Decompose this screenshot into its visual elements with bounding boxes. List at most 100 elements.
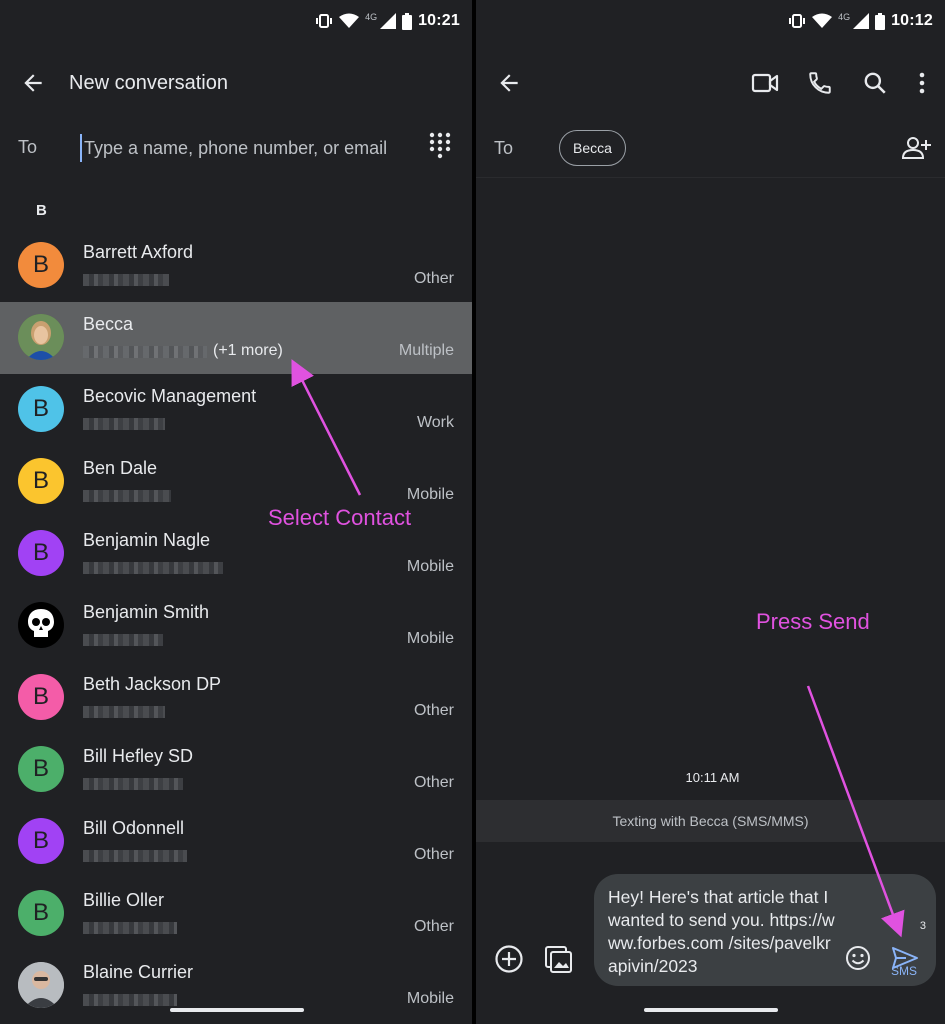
skull-icon	[28, 609, 54, 641]
avatar-letter: B	[32, 755, 49, 782]
phone-icon[interactable]	[807, 70, 833, 96]
contact-number-type: Other	[413, 702, 454, 719]
redacted-phone	[83, 416, 165, 432]
compose-text[interactable]: Hey! Here's that article that I wanted t…	[608, 886, 840, 978]
gesture-home-bar[interactable]	[644, 1008, 778, 1012]
contact-row[interactable]: B Bill Hefley SD Other	[0, 734, 472, 806]
more-numbers-count: (+1 more)	[213, 342, 283, 359]
contact-row[interactable]: B Billie Oller Other	[0, 878, 472, 950]
annotation-select-contact: Select Contact	[268, 505, 412, 530]
battery-icon	[875, 12, 886, 30]
avatar: B	[18, 890, 64, 936]
recipient-chip[interactable]: Becca	[559, 130, 626, 166]
video-call-icon[interactable]	[751, 70, 779, 96]
avatar-letter: B	[32, 251, 49, 278]
contact-number-type: Other	[413, 918, 454, 935]
signal-icon	[853, 13, 870, 29]
avatar-letter: B	[32, 899, 49, 926]
contact-number-type: Mobile	[406, 558, 454, 575]
status-time: 10:12	[891, 12, 933, 29]
avatar-letter: B	[32, 467, 49, 494]
person-photo-icon	[18, 314, 64, 360]
conversation-screen: 4G 10:12 To Becca 10:11 AM Texting with …	[476, 0, 945, 1024]
contact-row[interactable]: B Bill Odonnell Other	[0, 806, 472, 878]
contact-name: Becovic Management	[83, 386, 257, 406]
avatar-photo	[18, 314, 64, 360]
message-thread	[476, 178, 945, 868]
contact-name: Barrett Axford	[83, 242, 194, 262]
recipient-row: To	[0, 122, 472, 174]
to-label: To	[494, 138, 514, 158]
redacted-phone	[83, 776, 183, 792]
gallery-icon[interactable]	[543, 944, 573, 974]
annotation-press-send: Press Send	[756, 609, 870, 634]
signal-icon	[380, 13, 397, 29]
gesture-home-bar[interactable]	[170, 1008, 304, 1012]
contact-name: Bill Odonnell	[83, 818, 185, 838]
contact-number-type: Mobile	[406, 630, 454, 647]
redacted-phone	[83, 272, 169, 288]
avatar: B	[18, 818, 64, 864]
status-time: 10:21	[418, 12, 460, 29]
more-vert-icon[interactable]	[912, 70, 932, 96]
redacted-phone	[83, 848, 187, 864]
avatar: B	[18, 530, 64, 576]
contact-row[interactable]: B Becovic Management Work	[0, 374, 472, 446]
contact-row-selected[interactable]: Becca (+1 more) Multiple	[0, 302, 472, 374]
contact-number-type: Other	[413, 846, 454, 863]
contact-number-type: Mobile	[406, 990, 454, 1007]
add-person-icon[interactable]	[901, 134, 931, 162]
contact-name: Billie Oller	[83, 890, 165, 910]
redacted-phone	[83, 920, 177, 936]
recipient-row: To Becca	[476, 122, 945, 178]
contact-number-type: Other	[413, 774, 454, 791]
contact-row[interactable]: Benjamin Smith Mobile	[0, 590, 472, 662]
contact-row[interactable]: B Beth Jackson DP Other	[0, 662, 472, 734]
network-type: 4G	[365, 12, 378, 22]
vibrate-icon	[316, 14, 333, 28]
recipient-search-input[interactable]	[80, 134, 400, 162]
wifi-icon	[339, 13, 360, 28]
contact-name: Becca	[83, 314, 134, 334]
redacted-phone	[83, 560, 223, 576]
wifi-icon	[812, 13, 833, 28]
contact-name: Benjamin Nagle	[83, 530, 211, 550]
status-bar: 4G 10:12	[476, 0, 945, 46]
avatar: B	[18, 458, 64, 504]
search-icon[interactable]	[862, 70, 888, 96]
texting-mode-banner: Texting with Becca (SMS/MMS)	[476, 800, 945, 842]
dialpad-icon[interactable]	[428, 132, 452, 162]
app-bar	[476, 46, 945, 122]
app-bar: New conversation	[0, 46, 472, 122]
avatar-letter: B	[32, 683, 49, 710]
contact-name: Benjamin Smith	[83, 602, 210, 622]
avatar-photo	[18, 962, 64, 1008]
redacted-phone	[83, 632, 163, 648]
redacted-phone	[83, 488, 171, 504]
avatar-skull	[18, 602, 64, 648]
compose-message-field[interactable]: Hey! Here's that article that I wanted t…	[594, 874, 936, 986]
avatar: B	[18, 746, 64, 792]
emoji-icon[interactable]	[844, 944, 872, 972]
contact-name: Blaine Currier	[83, 962, 194, 982]
message-timestamp: 10:11 AM	[685, 770, 740, 785]
contact-number-type: Mobile	[406, 486, 454, 503]
avatar: B	[18, 386, 64, 432]
status-bar: 4G 10:21	[0, 0, 472, 46]
contact-name: Beth Jackson DP	[83, 674, 222, 694]
network-type: 4G	[838, 12, 851, 22]
add-circle-icon[interactable]	[494, 944, 524, 974]
avatar: B	[18, 674, 64, 720]
contact-name: Ben Dale	[83, 458, 158, 478]
avatar-letter: B	[32, 827, 49, 854]
redacted-phone	[83, 344, 207, 360]
back-arrow-icon[interactable]	[496, 70, 522, 96]
contact-row[interactable]: B Barrett Axford Other	[0, 230, 472, 302]
send-mode-label: SMS	[890, 964, 917, 978]
back-arrow-icon[interactable]	[20, 70, 46, 96]
person-photo-icon	[18, 962, 64, 1008]
vibrate-icon	[789, 14, 806, 28]
contact-name: Bill Hefley SD	[83, 746, 194, 766]
avatar-letter: B	[32, 395, 49, 422]
contact-number-type: Multiple	[398, 342, 454, 359]
